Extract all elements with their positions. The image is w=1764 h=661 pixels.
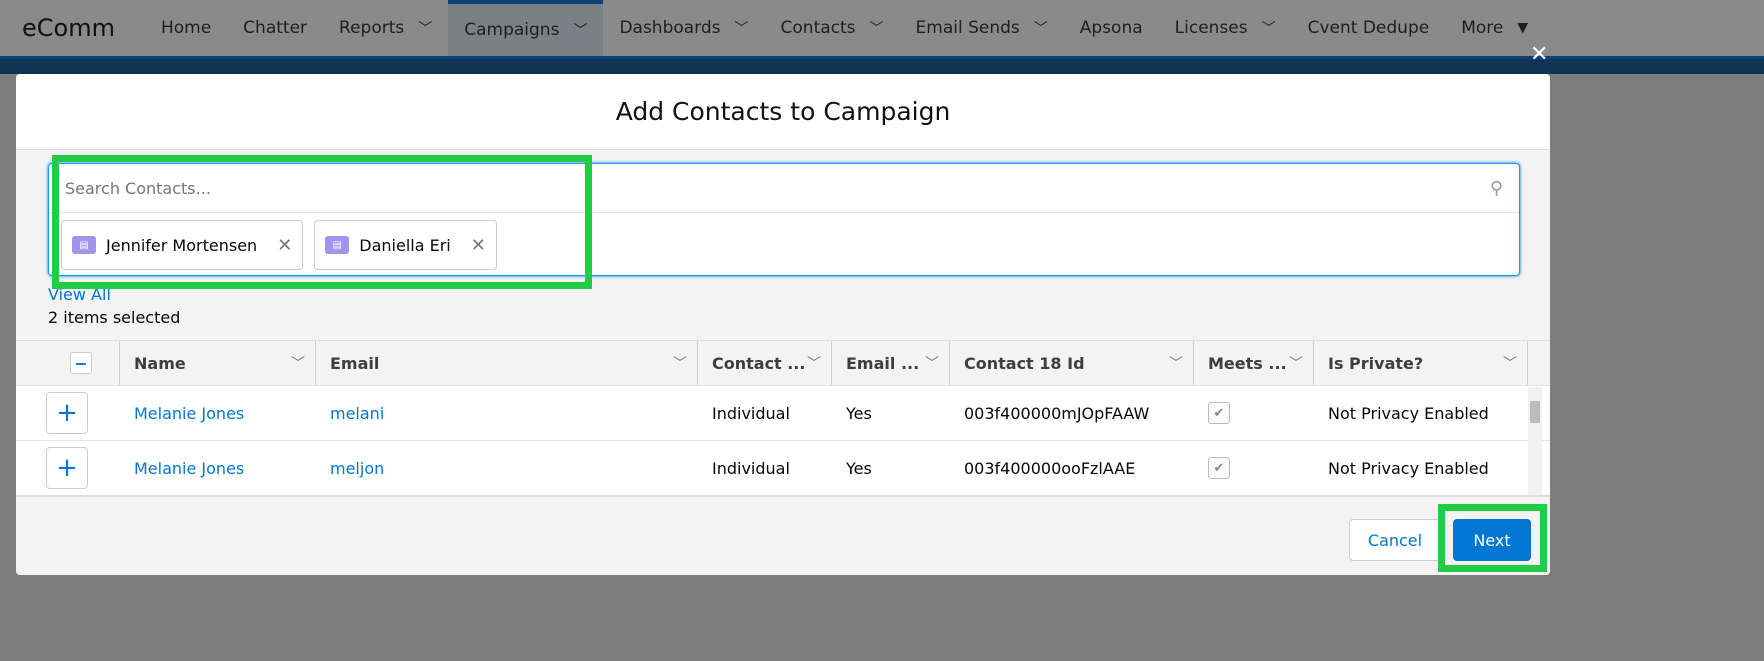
- column-header[interactable]: Email ... ﹀: [832, 341, 950, 385]
- meets-checkbox: ✔: [1208, 457, 1230, 479]
- chevron-down-icon[interactable]: ﹀: [925, 353, 939, 373]
- chevron-down-icon[interactable]: ﹀: [1289, 353, 1303, 373]
- deselect-all-checkbox[interactable]: −: [70, 352, 92, 374]
- column-header[interactable]: Email ﹀: [316, 341, 698, 385]
- column-label: Meets ...: [1208, 353, 1287, 373]
- modal-footer: Cancel Next: [16, 495, 1550, 575]
- column-header[interactable]: Contact ... ﹀: [698, 341, 832, 385]
- table-row: + Melanie Jones melani Individual Yes 00…: [16, 386, 1550, 441]
- chevron-down-icon[interactable]: ﹀: [1169, 353, 1183, 373]
- modal-title: Add Contacts to Campaign: [16, 74, 1550, 150]
- nav-tab-dashboards[interactable]: Dashboards ﹀: [603, 0, 764, 56]
- chevron-down-icon[interactable]: ﹀: [573, 20, 587, 40]
- email-opt: Yes: [846, 403, 872, 423]
- scrollbar[interactable]: [1528, 387, 1542, 495]
- nav-tab-apsona[interactable]: Apsona: [1064, 0, 1159, 56]
- contact-card-icon: ▤: [72, 236, 96, 254]
- contact-pill: ▤ Jennifer Mortensen ✕: [61, 220, 304, 270]
- column-label: Name: [134, 353, 186, 373]
- contact-type: Individual: [712, 458, 790, 478]
- contact-name-link[interactable]: Melanie Jones: [134, 459, 244, 478]
- selected-count: 2 items selected: [48, 308, 181, 327]
- nav-tab-label: Reports: [339, 18, 405, 38]
- nav-tab-label: Contacts: [780, 18, 856, 38]
- add-contact-button[interactable]: +: [46, 447, 88, 489]
- pill-label: Jennifer Mortensen: [106, 235, 258, 255]
- nav-tab-label: Dashboards: [619, 18, 721, 38]
- top-nav: eComm Home Chatter Reports ﹀ Campaigns ﹀ Dashb…: [0, 0, 1764, 56]
- nav-tab-chatter[interactable]: Chatter: [227, 0, 323, 56]
- contact-18-id: 003f400000ooFzlAAE: [964, 458, 1136, 478]
- nav-tab-label: Chatter: [243, 18, 308, 38]
- nav-tab-label: Home: [160, 18, 212, 38]
- app-name: eComm: [22, 14, 115, 42]
- column-header[interactable]: Meets ... ﹀: [1194, 341, 1314, 385]
- chevron-down-icon[interactable]: ▼: [1517, 20, 1528, 36]
- table-header: − Name ﹀ Email ﹀ Contact ... ﹀ Email ... ﹀ Contac…: [16, 341, 1550, 386]
- contacts-table: − Name ﹀ Email ﹀ Contact ... ﹀ Email ... ﹀ Contac…: [16, 340, 1550, 496]
- close-icon[interactable]: ✕: [1530, 42, 1548, 67]
- next-button[interactable]: Next: [1453, 519, 1531, 561]
- chevron-down-icon[interactable]: ﹀: [1262, 18, 1276, 38]
- column-label: Contact ...: [712, 353, 806, 373]
- nav-tab-licenses[interactable]: Licenses ﹀: [1159, 0, 1292, 56]
- is-private: Not Privacy Enabled: [1328, 458, 1489, 478]
- chevron-down-icon[interactable]: ﹀: [807, 353, 821, 373]
- nav-tab-cvent-dedupe[interactable]: Cvent Dedupe: [1292, 0, 1446, 56]
- nav-tab-label: Licenses: [1174, 18, 1248, 38]
- column-label: Is Private?: [1328, 353, 1424, 373]
- search-icon: ⚲: [1489, 178, 1503, 199]
- chevron-down-icon[interactable]: ﹀: [673, 353, 687, 373]
- cancel-button[interactable]: Cancel: [1349, 519, 1441, 561]
- email-opt: Yes: [846, 458, 872, 478]
- nav-tab-campaigns[interactable]: Campaigns ﹀: [448, 0, 604, 56]
- search-box: ⚲ ▤ Jennifer Mortensen ✕ ▤ Daniella Eri ✕: [48, 163, 1520, 276]
- is-private: Not Privacy Enabled: [1328, 403, 1489, 423]
- contact-type: Individual: [712, 403, 790, 423]
- nav-tab-label: Campaigns: [464, 20, 560, 40]
- email-link[interactable]: melani: [330, 404, 384, 423]
- backdrop-right: [1550, 74, 1764, 661]
- nav-tab-label: More: [1461, 18, 1504, 38]
- column-header[interactable]: Is Private? ﹀: [1314, 341, 1528, 385]
- contact-name-link[interactable]: Melanie Jones: [134, 404, 244, 423]
- email-link[interactable]: meljon: [330, 459, 384, 478]
- column-header[interactable]: Contact 18 Id ﹀: [950, 341, 1194, 385]
- nav-tab-contacts[interactable]: Contacts ﹀: [765, 0, 900, 56]
- nav-tab-email-sends[interactable]: Email Sends ﹀: [900, 0, 1064, 56]
- column-label: Email: [330, 353, 380, 373]
- column-label: Email ...: [846, 353, 920, 373]
- search-input[interactable]: [49, 164, 1449, 212]
- contact-card-icon: ▤: [325, 236, 350, 254]
- add-contact-button[interactable]: +: [46, 392, 88, 434]
- remove-pill-icon[interactable]: ✕: [471, 235, 486, 256]
- nav-tab-reports[interactable]: Reports ﹀: [323, 0, 448, 56]
- chevron-down-icon[interactable]: ﹀: [1034, 18, 1048, 38]
- nav-tab-label: Cvent Dedupe: [1307, 18, 1430, 38]
- column-label: Contact 18 Id: [964, 353, 1085, 373]
- pill-label: Daniella Eri: [359, 235, 451, 255]
- backdrop-left: [0, 74, 16, 661]
- view-all-link[interactable]: View All: [48, 285, 111, 304]
- contact-18-id: 003f400000mJOpFAAW: [964, 403, 1150, 423]
- header-band: [0, 56, 1764, 74]
- meets-checkbox: ✔: [1208, 402, 1230, 424]
- nav-tab-label: Apsona: [1079, 18, 1143, 38]
- nav-tab-home[interactable]: Home: [145, 0, 227, 56]
- selected-pills: ▤ Jennifer Mortensen ✕ ▤ Daniella Eri ✕: [49, 212, 1519, 277]
- remove-pill-icon[interactable]: ✕: [277, 235, 292, 256]
- column-header[interactable]: Name ﹀: [120, 341, 316, 385]
- chevron-down-icon[interactable]: ﹀: [418, 18, 432, 38]
- contact-pill: ▤ Daniella Eri ✕: [314, 220, 497, 270]
- chevron-down-icon[interactable]: ﹀: [735, 18, 749, 38]
- table-row: + Melanie Jones meljon Individual Yes 00…: [16, 441, 1550, 496]
- chevron-down-icon[interactable]: ﹀: [1503, 353, 1517, 373]
- nav-tab-label: Email Sends: [915, 18, 1020, 38]
- chevron-down-icon[interactable]: ﹀: [291, 353, 305, 373]
- chevron-down-icon[interactable]: ﹀: [870, 18, 884, 38]
- add-contacts-modal: Add Contacts to Campaign ⚲ ▤ Jennifer Mor…: [16, 74, 1550, 575]
